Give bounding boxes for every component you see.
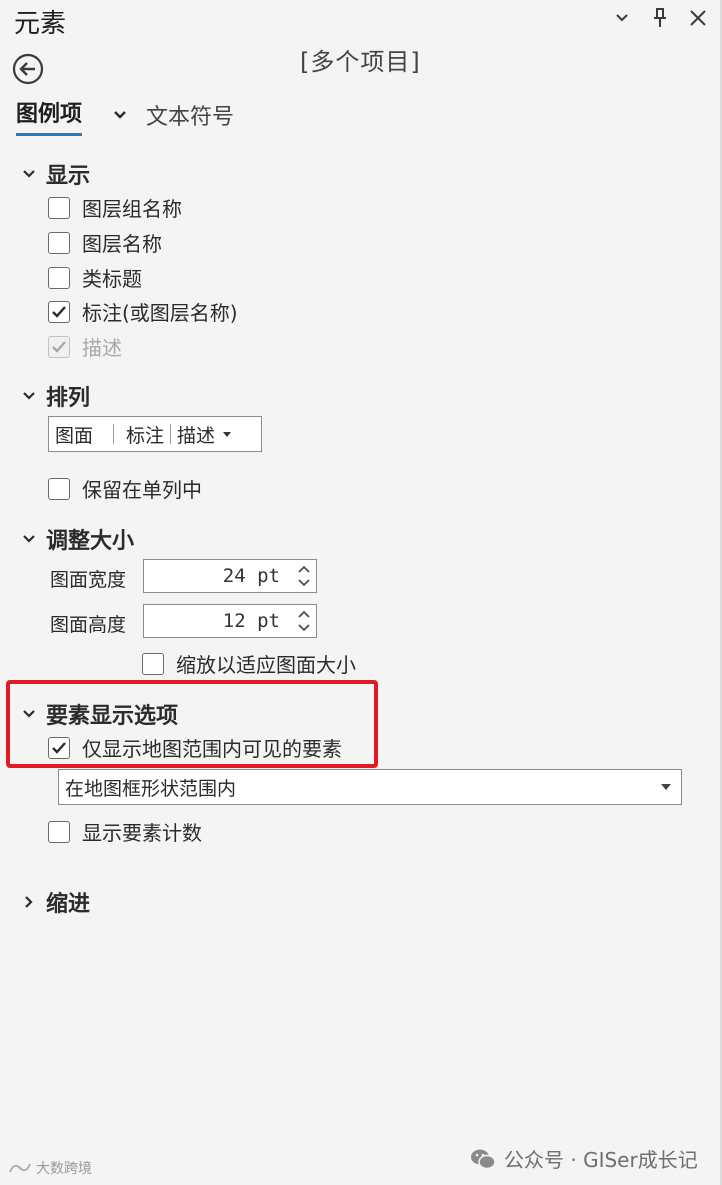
extent-dropdown[interactable]: 在地图框形状范围内 <box>58 769 682 805</box>
section-feature-display-header[interactable]: 要素显示选项 <box>20 698 178 730</box>
checkbox-label: 图层名称 <box>82 232 162 256</box>
checkmark-icon <box>52 741 66 754</box>
arrangement-part-label: 标注 <box>126 424 165 447</box>
checkmark-icon <box>52 340 66 353</box>
options-menu-chevron-icon[interactable] <box>610 6 634 30</box>
chevron-down-icon <box>23 170 35 178</box>
up-down-arrows-icon <box>298 565 310 587</box>
chevron-down-icon <box>23 710 35 718</box>
patch-width-label: 图面宽度 <box>50 569 127 591</box>
extent-dropdown-value: 在地图框形状范围内 <box>65 777 237 800</box>
element-pane: 元素 [多个项目] 图例项 文本符号 显示 图层组名称 图层名称 类标题 标注(… <box>0 0 722 1185</box>
section-title: 排列 <box>46 386 91 411</box>
wechat-icon <box>471 1149 496 1169</box>
checkbox-label: 保留在单列中 <box>82 478 202 502</box>
arrangement-part-patch: 图面 <box>55 424 94 447</box>
option-label: 标注(或图层名称) <box>48 297 238 326</box>
option-layer-name: 图层名称 <box>48 228 162 257</box>
checkbox-label: 图层组名称 <box>82 197 182 221</box>
window-controls <box>610 6 710 30</box>
option-scale-to-fit: 缩放以适应图面大小 <box>142 649 356 678</box>
close-icon[interactable] <box>686 6 710 30</box>
option-description: 描述 <box>48 332 122 361</box>
divider <box>113 424 115 444</box>
checkbox[interactable] <box>48 196 70 219</box>
checkbox-label: 显示要素计数 <box>82 821 202 845</box>
checkbox-label: 缩放以适应图面大小 <box>176 653 356 677</box>
checkbox-checked[interactable] <box>48 736 70 759</box>
checkmark-icon <box>52 305 66 318</box>
tab-legend-item[interactable]: 图例项 <box>16 96 83 136</box>
spinner-buttons[interactable] <box>292 605 316 637</box>
checkbox-checked-disabled[interactable] <box>48 335 70 358</box>
checkbox[interactable] <box>142 652 164 675</box>
chevron-down-icon[interactable] <box>110 105 130 125</box>
tab-text-symbol[interactable]: 文本符号 <box>146 99 234 131</box>
patch-width-value: 24 pt <box>222 565 280 587</box>
arrangement-part-description: 描述 <box>177 424 216 447</box>
chevron-down-icon <box>23 392 35 400</box>
checkbox-label: 类标题 <box>82 267 142 291</box>
watermark-left: 大数跨境 <box>8 1158 92 1178</box>
section-resize-header[interactable]: 调整大小 <box>20 523 134 555</box>
spinner-buttons[interactable] <box>292 560 316 592</box>
section-display-header[interactable]: 显示 <box>20 158 90 190</box>
pin-icon[interactable] <box>648 6 672 30</box>
chevron-down-icon <box>23 535 35 543</box>
section-title: 缩进 <box>46 892 91 917</box>
watermark-wechat: 公众号 · GISer成长记 <box>470 1144 698 1173</box>
option-only-visible-features: 仅显示地图范围内可见的要素 <box>48 733 342 762</box>
checkbox-label: 仅显示地图范围内可见的要素 <box>82 737 342 761</box>
patch-width-input[interactable]: 24 pt <box>143 559 317 593</box>
up-down-arrows-icon <box>298 610 310 632</box>
option-layer-group-name: 图层组名称 <box>48 193 182 222</box>
section-title: 显示 <box>46 164 91 189</box>
selection-title: [多个项目] <box>300 48 421 76</box>
dropdown-arrow-icon <box>223 431 232 437</box>
checkbox[interactable] <box>48 820 70 843</box>
section-title: 调整大小 <box>46 529 135 554</box>
checkbox-label: 标注(或图层名称) <box>82 301 238 325</box>
checkbox[interactable] <box>48 231 70 254</box>
back-arrow-icon[interactable] <box>12 53 44 85</box>
pane-title: 元素 <box>14 9 67 39</box>
watermark-left-text: 大数跨境 <box>36 1161 92 1177</box>
watermark-text: 公众号 · GISer成长记 <box>504 1148 698 1172</box>
patch-height-input[interactable]: 12 pt <box>143 604 317 638</box>
arrangement-dropdown[interactable]: 图面 标注 描述 <box>48 416 262 452</box>
checkbox[interactable] <box>48 266 70 289</box>
checkbox-label: 描述 <box>82 336 122 360</box>
section-indent-header[interactable]: 缩进 <box>20 886 90 918</box>
patch-height-label: 图面高度 <box>50 614 127 636</box>
tab-bar: 图例项 文本符号 <box>16 96 234 136</box>
patch-height-value: 12 pt <box>222 610 280 632</box>
section-arrangement-header[interactable]: 排列 <box>20 380 90 412</box>
option-class-heading: 类标题 <box>48 263 142 292</box>
checkbox[interactable] <box>48 477 70 500</box>
option-keep-single-column: 保留在单列中 <box>48 474 202 503</box>
dropdown-arrow-icon <box>661 784 671 790</box>
brand-logo-icon <box>9 1163 31 1173</box>
option-show-feature-count: 显示要素计数 <box>48 817 202 846</box>
section-title: 要素显示选项 <box>46 704 179 729</box>
checkbox-checked[interactable] <box>48 300 70 323</box>
chevron-right-icon <box>25 896 33 908</box>
